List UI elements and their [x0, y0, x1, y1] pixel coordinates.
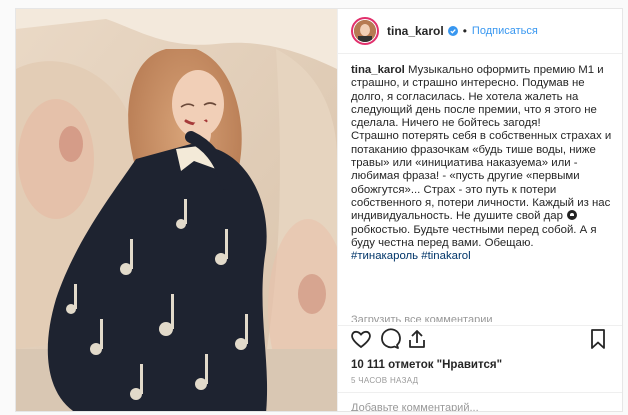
post-caption: tina_karol Музыкально оформить премию М1…	[351, 64, 616, 310]
hashtag-tinakarol-ru[interactable]: #тинакароль	[351, 250, 418, 262]
load-all-comments-link[interactable]: Загрузить все комментарии	[351, 314, 493, 322]
bookmark-icon[interactable]	[586, 327, 610, 351]
caption-text-2: Страшно потерять себя в собственных стра…	[351, 130, 612, 223]
hashtag-tinakarol[interactable]: #tinakarol	[421, 250, 470, 262]
post-header: tina_karol • Подписаться	[338, 9, 622, 53]
username[interactable]: tina_karol	[387, 24, 444, 38]
post-photo[interactable]	[16, 9, 337, 411]
caption-paragraph-1: tina_karol Музыкально оформить премию М1…	[351, 64, 616, 130]
actions-divider	[338, 325, 622, 326]
post-sidebar: tina_karol • Подписаться tina_karol Музы…	[337, 9, 622, 411]
heart-icon[interactable]	[349, 327, 373, 351]
post-timestamp: 5 часов назад	[351, 376, 419, 385]
follow-button[interactable]: Подписаться	[472, 25, 538, 37]
black-heart-emoji-icon	[567, 210, 578, 221]
caption-author[interactable]: tina_karol	[351, 64, 405, 76]
comment-input[interactable]	[351, 402, 609, 411]
header-divider	[338, 53, 622, 54]
action-bar	[349, 327, 610, 353]
caption-paragraph-2: Страшно потерять себя в собственных стра…	[351, 130, 616, 263]
avatar[interactable]	[351, 17, 379, 45]
caption-text-3: робкостью. Будьте честными перед собой. …	[351, 223, 597, 249]
likes-count[interactable]: 10 111 отметок "Нравится"	[351, 359, 502, 371]
comment-icon[interactable]	[377, 327, 401, 351]
instagram-post: tina_karol • Подписаться tina_karol Музы…	[15, 8, 623, 412]
separator-dot: •	[462, 24, 467, 38]
avatar-image	[354, 20, 376, 42]
post-photo-image	[16, 9, 337, 411]
comment-form	[351, 398, 609, 411]
verified-badge-icon	[447, 26, 458, 36]
share-icon[interactable]	[405, 327, 429, 351]
comment-divider	[338, 392, 622, 393]
